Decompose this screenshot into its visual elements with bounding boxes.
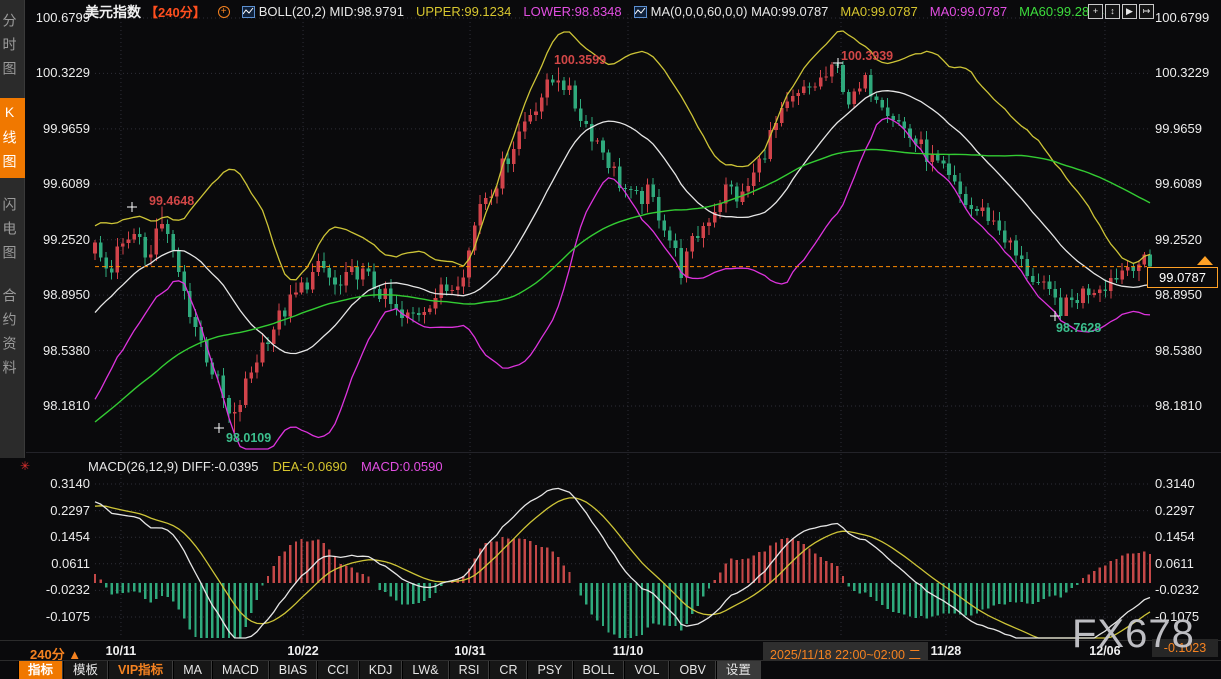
- macd-axis-label: 0.3140: [28, 476, 90, 491]
- macd-axis-label: 0.0611: [28, 556, 90, 571]
- price-axis-label: 99.2520: [1155, 232, 1202, 247]
- macd-axis-label: -0.0232: [28, 582, 90, 597]
- price-axis-label: 100.3229: [1155, 65, 1209, 80]
- price-axis-label: 99.6089: [1155, 176, 1202, 191]
- price-axis-label: 100.6799: [1155, 10, 1209, 25]
- boll-readout: BOLL(20,2) MID:98.9791: [259, 4, 404, 19]
- price-extreme-annotation: 98.7628: [1056, 321, 1101, 335]
- macd-header: MACD(26,12,9) DIFF:-0.0395 DEA:-0.0690 M…: [88, 459, 443, 474]
- macd-dea-readout: DEA:-0.0690: [273, 459, 347, 474]
- period-label: 【240分】: [145, 2, 206, 21]
- toolbar-item-RSI[interactable]: RSI: [449, 661, 490, 679]
- price-axis-label: 100.6799: [28, 10, 90, 25]
- x-axis-date-label: 10/11: [106, 644, 137, 658]
- toolbar-item-MA[interactable]: MA: [173, 661, 212, 679]
- chart-header: 美元指数 【240分】 + BOLL(20,2) MID:98.9791 UPP…: [85, 3, 1104, 20]
- scale-axis-icon[interactable]: ↕: [1105, 4, 1120, 19]
- macd-main-readout: MACD(26,12,9) DIFF:-0.0395: [88, 459, 259, 474]
- toolbar-item-LW&[interactable]: LW&: [402, 661, 448, 679]
- toolbar-item-模板[interactable]: 模板: [63, 661, 108, 679]
- boll-indicator-icon[interactable]: [242, 6, 255, 18]
- toolbar-item-BOLL[interactable]: BOLL: [573, 661, 625, 679]
- chart-application: 分时图K线图闪电图合约资料 美元指数 【240分】 + BOLL(20,2) M…: [0, 0, 1221, 679]
- price-axis-label: 99.6089: [28, 176, 90, 191]
- toolbar-item-MACD[interactable]: MACD: [212, 661, 269, 679]
- price-axis-label: 99.9659: [1155, 121, 1202, 136]
- ma-readout: MA(0,0,0,60,0,0) MA0:99.0787: [651, 4, 829, 19]
- price-up-arrow-icon: [1197, 256, 1213, 265]
- macd-value-readout: MACD:0.0590: [361, 459, 443, 474]
- toolbar-item-VOL[interactable]: VOL: [624, 661, 669, 679]
- price-axis-label: 98.8950: [28, 287, 90, 302]
- price-axis-label: 98.1810: [28, 398, 90, 413]
- price-extreme-annotation: 99.4648: [149, 194, 194, 208]
- macd-axis-label: 0.2297: [1155, 503, 1195, 518]
- bottom-toolbar: 指标模板VIP指标MAMACDBIASCCIKDJLW&RSICRPSYBOLL…: [0, 660, 1221, 679]
- toolbar-item-PSY[interactable]: PSY: [527, 661, 572, 679]
- macd-axis-label: 0.3140: [1155, 476, 1195, 491]
- crosshair-link-icon[interactable]: +: [218, 6, 230, 18]
- current-price-box: 99.0787: [1147, 267, 1218, 288]
- price-axis-label: 98.8950: [1155, 287, 1202, 302]
- toolbar-item-BIAS[interactable]: BIAS: [269, 661, 318, 679]
- price-axis-label: 98.5380: [28, 343, 90, 358]
- x-axis-date-label: 10/31: [454, 644, 485, 658]
- macd-axis-label: -0.1075: [28, 609, 90, 624]
- toolbar-item-设置[interactable]: 设置: [716, 661, 761, 679]
- price-extreme-annotation: 98.0109: [226, 431, 271, 445]
- x-axis-date-label: 10/22: [287, 644, 318, 658]
- autoplay-icon[interactable]: ▶: [1122, 4, 1137, 19]
- pan-tool-icon[interactable]: +: [1088, 4, 1103, 19]
- price-extreme-annotation: 100.3599: [554, 53, 606, 67]
- toolbar-item-OBV[interactable]: OBV: [669, 661, 715, 679]
- toolbar-item-指标[interactable]: 指标: [18, 661, 63, 679]
- chart-toolbar-icons: + ↕ ▶ ↦: [1088, 4, 1154, 19]
- x-axis-date-label: 11/10: [613, 644, 644, 658]
- boll-upper-readout: UPPER:99.1234: [416, 4, 511, 19]
- shift-right-icon[interactable]: ↦: [1139, 4, 1154, 19]
- toolbar-item-KDJ[interactable]: KDJ: [359, 661, 403, 679]
- watermark: FX678: [1072, 612, 1195, 657]
- ma0-yellow-readout: MA0:99.0787: [840, 4, 917, 19]
- price-axis-label: 99.2520: [28, 232, 90, 247]
- toolbar-item-VIP指标[interactable]: VIP指标: [108, 661, 173, 679]
- price-chart-canvas[interactable]: [0, 0, 1221, 679]
- macd-axis-label: 0.1454: [1155, 529, 1195, 544]
- ma-indicator-icon[interactable]: [634, 6, 647, 18]
- toolbar-item-CCI[interactable]: CCI: [317, 661, 359, 679]
- macd-pane-icon[interactable]: ✳: [20, 459, 30, 473]
- symbol-title: 美元指数: [85, 2, 141, 22]
- macd-axis-label: 0.0611: [1155, 556, 1194, 571]
- macd-axis-label: 0.1454: [28, 529, 90, 544]
- x-axis-row: 240分 ▲ 2025/11/18 22:00~02:00 二 10/1110/…: [0, 640, 1221, 660]
- boll-lower-readout: LOWER:98.8348: [523, 4, 621, 19]
- macd-axis-label: -0.0232: [1155, 582, 1199, 597]
- toolbar-item-CR[interactable]: CR: [489, 661, 527, 679]
- price-axis-label: 98.5380: [1155, 343, 1202, 358]
- price-axis-label: 99.9659: [28, 121, 90, 136]
- ma0-magenta-readout: MA0:99.0787: [930, 4, 1007, 19]
- macd-axis-label: 0.2297: [28, 503, 90, 518]
- x-axis-date-label: 11/28: [931, 644, 962, 658]
- price-axis-label: 100.3229: [28, 65, 90, 80]
- price-extreme-annotation: 100.3939: [841, 49, 893, 63]
- price-axis-label: 98.1810: [1155, 398, 1202, 413]
